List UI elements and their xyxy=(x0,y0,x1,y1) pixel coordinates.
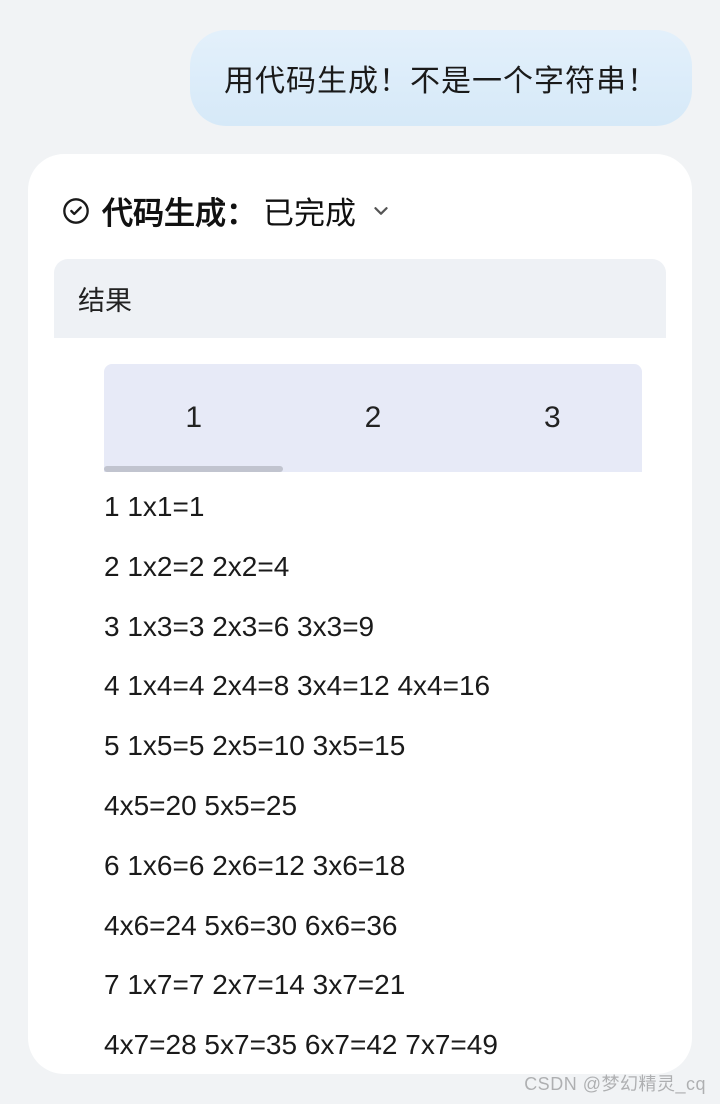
scroll-indicator xyxy=(104,466,283,472)
table-row: 6 1x6=6 2x6=12 3x6=18 xyxy=(104,847,642,885)
result-rows: 1 1x1=1 2 1x2=2 2x2=4 3 1x3=3 2x3=6 3x3=9 4… xyxy=(104,488,642,1064)
table-header: 1 2 3 xyxy=(104,364,642,472)
table-row: 4x7=28 5x7=35 6x7=42 7x7=49 xyxy=(104,1026,642,1064)
table-row: 5 1x5=5 2x5=10 3x5=15 xyxy=(104,727,642,765)
table-row: 2 1x2=2 2x2=4 xyxy=(104,548,642,586)
result-body: 1 2 3 1 1x1=1 2 1x2=2 2x2=4 3 1x3=3 2x3=6 … xyxy=(54,338,666,1064)
status-prefix: 代码生成： xyxy=(102,188,257,233)
user-message-bubble: 用代码生成！不是一个字符串！ xyxy=(190,30,692,126)
result-panel: 结果 1 2 3 1 1x1=1 2 1x2=2 2x2=4 3 1x3=3 2x3… xyxy=(54,259,666,1064)
check-circle-icon xyxy=(62,197,90,225)
column-header-2[interactable]: 2 xyxy=(283,401,462,435)
result-header: 结果 xyxy=(54,259,666,338)
chevron-down-icon[interactable] xyxy=(368,198,394,224)
column-header-1[interactable]: 1 xyxy=(104,401,283,435)
column-header-3[interactable]: 3 xyxy=(463,401,642,435)
code-generation-status[interactable]: 代码生成： 已完成 xyxy=(54,188,666,233)
table-row: 3 1x3=3 2x3=6 3x3=9 xyxy=(104,608,642,646)
table-row: 7 1x7=7 2x7=14 3x7=21 xyxy=(104,966,642,1004)
table-row: 4x5=20 5x5=25 xyxy=(104,787,642,825)
assistant-response-card: 代码生成： 已完成 结果 1 2 3 1 1x1=1 2 1x2=2 2x2=4 3… xyxy=(28,154,692,1074)
table-row: 4x6=24 5x6=30 6x6=36 xyxy=(104,907,642,945)
table-row: 1 1x1=1 xyxy=(104,488,642,526)
status-state: 已完成 xyxy=(263,188,356,233)
table-row: 4 1x4=4 2x4=8 3x4=12 4x4=16 xyxy=(104,667,642,705)
user-message-text: 用代码生成！不是一个字符串！ xyxy=(224,65,658,98)
